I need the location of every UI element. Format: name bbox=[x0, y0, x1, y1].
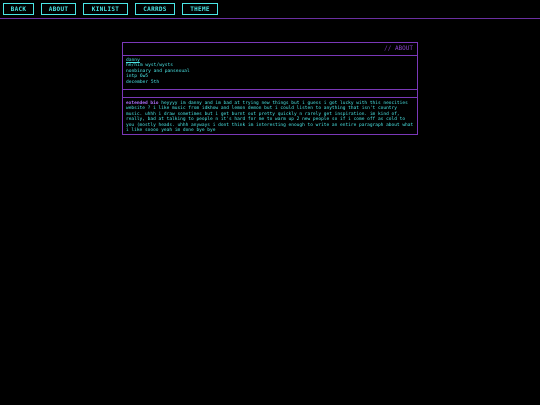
panel-title: ABOUT bbox=[394, 45, 413, 52]
top-nav: BACK ABOUT KINLIST CARRDS THEME bbox=[3, 3, 218, 15]
carrds-button[interactable]: CARRDS bbox=[135, 3, 175, 15]
section-divider bbox=[123, 90, 417, 98]
bio-section: extended bio heyyyy im danny and im bad … bbox=[123, 98, 417, 134]
panel-header: // ABOUT bbox=[123, 43, 417, 56]
back-button[interactable]: BACK bbox=[3, 3, 34, 15]
nav-divider bbox=[0, 18, 540, 19]
about-button[interactable]: ABOUT bbox=[41, 3, 76, 15]
theme-button[interactable]: THEME bbox=[182, 3, 218, 15]
birthday-text: december 5th bbox=[126, 79, 160, 85]
bio-text: heyyyy im danny and im bad at trying new… bbox=[126, 101, 414, 134]
about-panel: // ABOUT danny he/him wyst/wysts nonbina… bbox=[122, 42, 418, 135]
info-section: danny he/him wyst/wysts nonbinary and pa… bbox=[123, 56, 417, 90]
header-slashes: // bbox=[384, 45, 392, 52]
kinlist-button[interactable]: KINLIST bbox=[83, 3, 128, 15]
